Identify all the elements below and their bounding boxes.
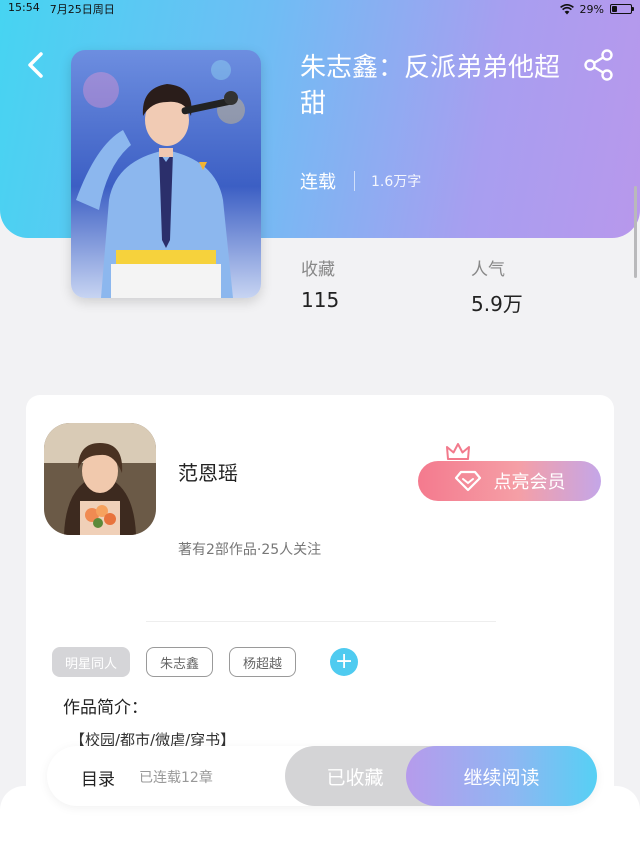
tag-list: 明星同人 朱志鑫 杨超越 + bbox=[52, 647, 359, 677]
share-icon bbox=[584, 49, 613, 81]
stat-label: 收藏 bbox=[301, 260, 335, 280]
vip-label: 点亮会员 bbox=[493, 472, 566, 493]
tag-chip[interactable]: 朱志鑫 bbox=[146, 647, 214, 677]
chevron-left-icon bbox=[28, 52, 43, 78]
battery-level bbox=[612, 6, 618, 12]
tag-chip[interactable]: 明星同人 bbox=[52, 647, 131, 677]
vip-button[interactable]: 点亮会员 bbox=[418, 461, 601, 501]
scrollbar[interactable] bbox=[634, 186, 637, 278]
stat-label: 人气 bbox=[471, 260, 505, 280]
intro-title: 作品简介： bbox=[63, 698, 148, 718]
add-tag-button[interactable]: + bbox=[330, 648, 359, 676]
status-date: 7月25日周日 bbox=[49, 3, 115, 16]
author-name[interactable]: 范恩瑶 bbox=[178, 457, 238, 486]
avatar[interactable] bbox=[44, 423, 156, 535]
author-info: 著有2部作品·25人关注 bbox=[178, 542, 322, 558]
crown-icon bbox=[446, 443, 470, 463]
battery-icon bbox=[610, 4, 634, 14]
stat-popularity: 人气 5.9万 bbox=[471, 255, 523, 317]
stat-value: 115 bbox=[301, 288, 340, 312]
battery-percent: 29% bbox=[579, 2, 604, 16]
status-bar: 15:54 7月25日周日 29% bbox=[0, 0, 640, 18]
tag-chip[interactable]: 杨超越 bbox=[229, 647, 297, 677]
divider bbox=[146, 621, 496, 622]
stat-value: 5.9万 bbox=[471, 292, 523, 316]
status-time: 15:54 bbox=[8, 1, 40, 14]
toc-button[interactable]: 目录 bbox=[81, 765, 115, 790]
bottom-action-bar: 目录 已连载12章 已收藏 继续阅读 bbox=[47, 746, 597, 806]
author-avatar-image bbox=[44, 423, 156, 535]
serial-status: 连载 bbox=[300, 172, 336, 193]
book-cover[interactable] bbox=[71, 50, 261, 298]
continue-reading-button[interactable]: 继续阅读 bbox=[406, 746, 597, 806]
wifi-icon bbox=[559, 3, 574, 14]
diamond-icon bbox=[454, 470, 481, 492]
continue-reading-label: 继续阅读 bbox=[463, 766, 540, 789]
word-count: 1.6万字 bbox=[371, 174, 422, 190]
book-title: 朱志鑫：反派弟弟他超甜 bbox=[300, 53, 561, 119]
back-button[interactable] bbox=[22, 48, 52, 82]
meta-divider bbox=[354, 171, 355, 191]
chapter-count: 已连载12章 bbox=[139, 770, 213, 786]
share-button[interactable] bbox=[582, 48, 616, 82]
collected-label: 已收藏 bbox=[326, 766, 384, 789]
stat-collections: 收藏 115 bbox=[301, 255, 339, 312]
book-meta: 连载 1.6万字 bbox=[300, 168, 421, 194]
book-cover-image bbox=[71, 50, 261, 298]
